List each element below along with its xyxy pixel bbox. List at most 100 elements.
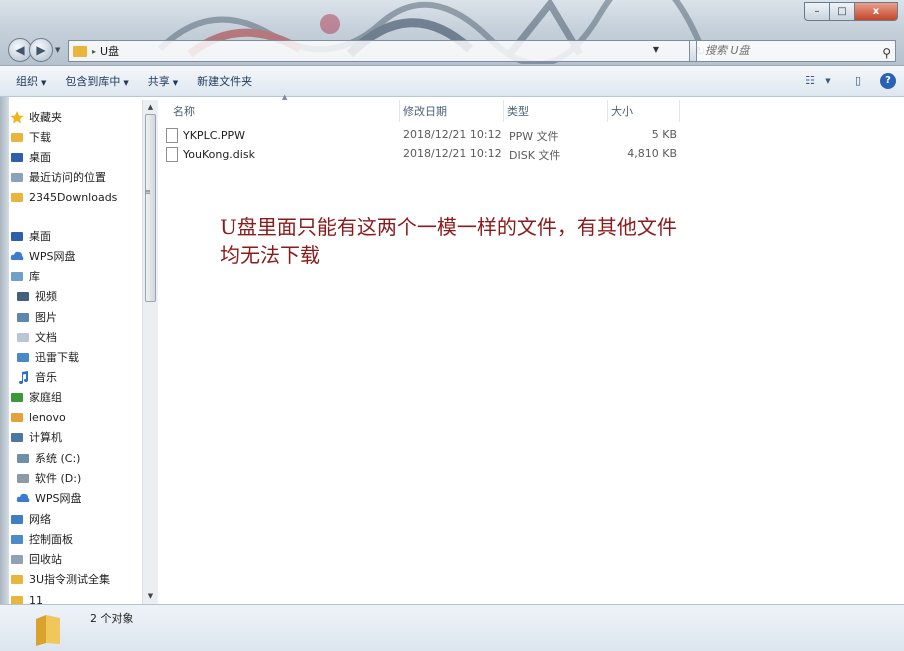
- forward-button[interactable]: ▶: [29, 38, 53, 62]
- new-folder-button[interactable]: 新建文件夹: [197, 73, 252, 89]
- nav-item-label: 视频: [35, 290, 57, 303]
- column-header-name[interactable]: 名称: [170, 100, 400, 122]
- network-icon: [11, 515, 23, 524]
- search-input[interactable]: 搜索 U盘 ⚲: [696, 40, 896, 62]
- nav-item-label: WPS网盘: [29, 250, 76, 263]
- nav-item[interactable]: 视频: [16, 287, 57, 305]
- chevron-down-icon[interactable]: ▼: [820, 74, 836, 88]
- window-frame-edge: [0, 97, 9, 604]
- nav-item[interactable]: 家庭组: [10, 388, 62, 406]
- preview-pane-icon[interactable]: ▯: [850, 74, 866, 88]
- nav-item[interactable]: 音乐: [16, 368, 57, 386]
- nav-item[interactable]: 桌面: [10, 227, 51, 245]
- organize-menu[interactable]: 组织 ▼: [16, 73, 46, 89]
- nav-item-label: 回收站: [29, 553, 62, 566]
- file-row[interactable]: YKPLC.PPW: [166, 126, 245, 144]
- nav-item[interactable]: 库: [10, 267, 40, 285]
- scroll-thumb[interactable]: [145, 114, 156, 302]
- file-icon: [166, 127, 178, 143]
- nav-item[interactable]: 系统 (C:): [16, 449, 80, 467]
- nav-item[interactable]: 收藏夹: [10, 108, 62, 126]
- nav-item[interactable]: 回收站: [10, 550, 62, 568]
- nav-item[interactable]: 3U指令测试全集: [10, 570, 110, 588]
- nav-item[interactable]: 控制面板: [10, 530, 73, 548]
- file-name[interactable]: YKPLC.PPW: [183, 129, 245, 142]
- nav-item-label: 最近访问的位置: [29, 171, 106, 184]
- nav-item-label: 系统 (C:): [35, 452, 81, 465]
- nav-item[interactable]: 计算机: [10, 428, 62, 446]
- nav-item-label: 11: [29, 593, 43, 605]
- nav-item[interactable]: 迅雷下载: [16, 348, 79, 366]
- breadcrumb-current[interactable]: U盘: [100, 43, 119, 59]
- search-icon[interactable]: ⚲: [882, 43, 891, 63]
- control-panel-icon: [11, 535, 23, 544]
- nav-item[interactable]: 文档: [16, 328, 57, 346]
- file-modified: 2018/12/21 10:12: [403, 128, 502, 141]
- file-row[interactable]: YouKong.disk: [166, 145, 255, 163]
- library-icon: [11, 272, 23, 281]
- recent-places-icon: [11, 173, 23, 182]
- column-header-modified[interactable]: 修改日期: [400, 100, 504, 122]
- scroll-grip-icon: ≡: [145, 188, 151, 196]
- column-header-size[interactable]: 大小: [608, 100, 680, 122]
- maximize-button[interactable]: □: [829, 2, 855, 21]
- navigation-buttons: ◀ ▶ ▼: [8, 38, 60, 62]
- nav-item[interactable]: 最近访问的位置: [10, 168, 106, 186]
- folder-icon: [11, 575, 23, 584]
- nav-item-label: 桌面: [29, 230, 51, 243]
- system-drive-icon: [17, 454, 29, 463]
- nav-item[interactable]: 图片: [16, 308, 57, 326]
- nav-scrollbar[interactable]: ▲ ≡ ▼: [142, 100, 158, 604]
- address-bar[interactable]: ▸ U盘 ▼: [68, 40, 690, 62]
- navigation-pane: 收藏夹 下载 桌面 最近访问的位置 2345Downloads 桌面 WPS网盘库视频 图片文…: [10, 99, 158, 604]
- nav-item[interactable]: 2345Downloads: [10, 188, 117, 206]
- file-type: PPW 文件: [509, 130, 559, 143]
- nav-item[interactable]: 软件 (D:): [16, 469, 81, 487]
- forward-arrow-icon: ▶: [36, 43, 46, 57]
- nav-item-label: 迅雷下载: [35, 351, 79, 364]
- nav-item[interactable]: 桌面: [10, 148, 51, 166]
- nav-item-label: 桌面: [29, 151, 51, 164]
- nav-item-label: 2345Downloads: [29, 190, 118, 204]
- item-count: 2 个对象: [90, 612, 134, 625]
- include-in-library-menu[interactable]: 包含到库中 ▼: [65, 73, 128, 89]
- nav-item[interactable]: lenovo: [10, 408, 66, 426]
- documents-icon: [17, 333, 29, 342]
- nav-item[interactable]: WPS网盘: [16, 489, 82, 507]
- scroll-up-arrow-icon[interactable]: ▲: [143, 100, 158, 115]
- cloud-icon: [10, 251, 24, 260]
- chevron-down-icon: ▼: [172, 79, 179, 87]
- scroll-down-arrow-icon[interactable]: ▼: [143, 589, 158, 604]
- help-icon[interactable]: ?: [880, 73, 896, 89]
- view-controls: ☷ ▼ ▯ ?: [788, 73, 896, 89]
- pictures-icon: [17, 313, 29, 322]
- annotation-line-2: 均无法下载: [220, 243, 320, 267]
- breadcrumb-separator[interactable]: ▸: [92, 47, 96, 56]
- nav-item[interactable]: WPS网盘: [10, 247, 76, 265]
- folder-icon: [73, 45, 87, 57]
- nav-item[interactable]: 网络: [10, 510, 51, 528]
- file-name[interactable]: YouKong.disk: [183, 148, 255, 161]
- nav-item-label: lenovo: [29, 410, 66, 424]
- command-bar: 组织 ▼ 包含到库中 ▼ 共享 ▼ 新建文件夹 ☷ ▼ ▯ ?: [0, 66, 904, 97]
- user-icon: [11, 413, 23, 422]
- file-modified: 2018/12/21 10:12: [403, 147, 502, 160]
- column-header-type[interactable]: 类型: [504, 100, 608, 122]
- video-icon: [17, 292, 29, 301]
- nav-item[interactable]: 下载: [10, 128, 51, 146]
- cloud-icon: [16, 493, 30, 502]
- change-view-icon[interactable]: ☷: [802, 74, 818, 88]
- address-history-dropdown[interactable]: ▼: [653, 45, 659, 54]
- recycle-bin-icon: [11, 555, 23, 564]
- minimize-button[interactable]: –: [804, 2, 830, 21]
- folder-icon: [36, 615, 60, 646]
- nav-item-label: 图片: [35, 311, 57, 324]
- file-icon: [166, 146, 178, 162]
- back-arrow-icon: ◀: [15, 43, 25, 57]
- close-button[interactable]: x: [854, 2, 898, 21]
- nav-item[interactable]: 11: [10, 591, 43, 604]
- recent-pages-dropdown[interactable]: ▼: [55, 46, 60, 54]
- share-menu[interactable]: 共享 ▼: [148, 73, 178, 89]
- nav-item-label: 库: [29, 270, 40, 283]
- window-controls: – □ x: [804, 2, 898, 21]
